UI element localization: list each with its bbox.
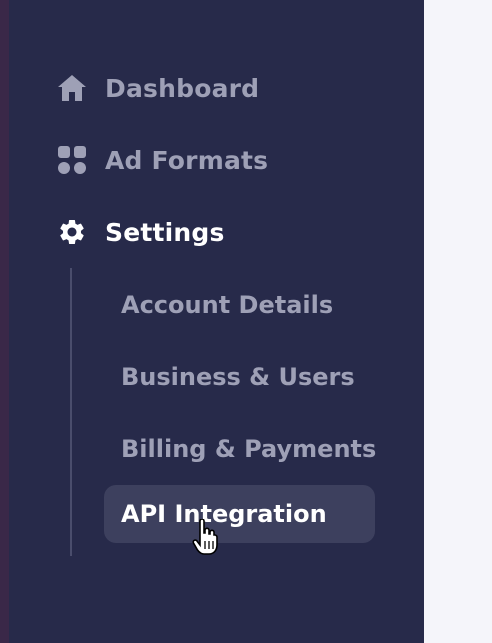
main-content xyxy=(424,0,492,643)
submenu-label: Billing & Payments xyxy=(121,435,377,463)
submenu-item-api-integration[interactable]: API Integration xyxy=(104,485,375,543)
submenu-label: Account Details xyxy=(121,291,334,319)
submenu-label: API Integration xyxy=(121,500,327,528)
gear-icon xyxy=(57,217,87,247)
submenu-item-business-users[interactable]: Business & Users xyxy=(104,348,375,406)
home-icon xyxy=(57,73,87,103)
nav-label-dashboard: Dashboard xyxy=(105,73,260,103)
nav-label-settings: Settings xyxy=(105,217,225,247)
nav-label-ad-formats: Ad Formats xyxy=(105,145,269,175)
nav-item-dashboard[interactable]: Dashboard xyxy=(57,68,259,108)
nav-item-settings[interactable]: Settings xyxy=(57,212,225,252)
submenu-item-account-details[interactable]: Account Details xyxy=(104,276,375,334)
submenu-guide-line xyxy=(70,268,72,556)
hand-cursor-icon xyxy=(192,519,218,555)
submenu-label: Business & Users xyxy=(121,363,355,391)
submenu-item-billing-payments[interactable]: Billing & Payments xyxy=(104,420,377,478)
nav-item-ad-formats[interactable]: Ad Formats xyxy=(57,140,268,180)
grid-icon xyxy=(57,145,87,175)
window-edge xyxy=(0,0,9,643)
